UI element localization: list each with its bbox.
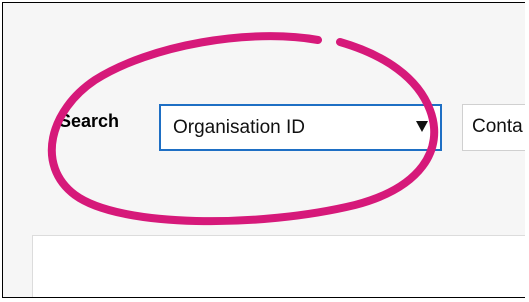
dropdown-arrow-icon bbox=[416, 121, 428, 132]
search-field-select[interactable]: Organisation ID bbox=[159, 104, 442, 151]
search-condition-select[interactable]: Conta bbox=[462, 104, 525, 151]
search-label: Search bbox=[59, 111, 120, 131]
search-field-select-value: Organisation ID bbox=[173, 117, 306, 138]
search-condition-select-value: Conta bbox=[472, 116, 523, 137]
results-panel bbox=[32, 235, 525, 297]
search-panel: Search Organisation ID Conta bbox=[2, 2, 525, 298]
